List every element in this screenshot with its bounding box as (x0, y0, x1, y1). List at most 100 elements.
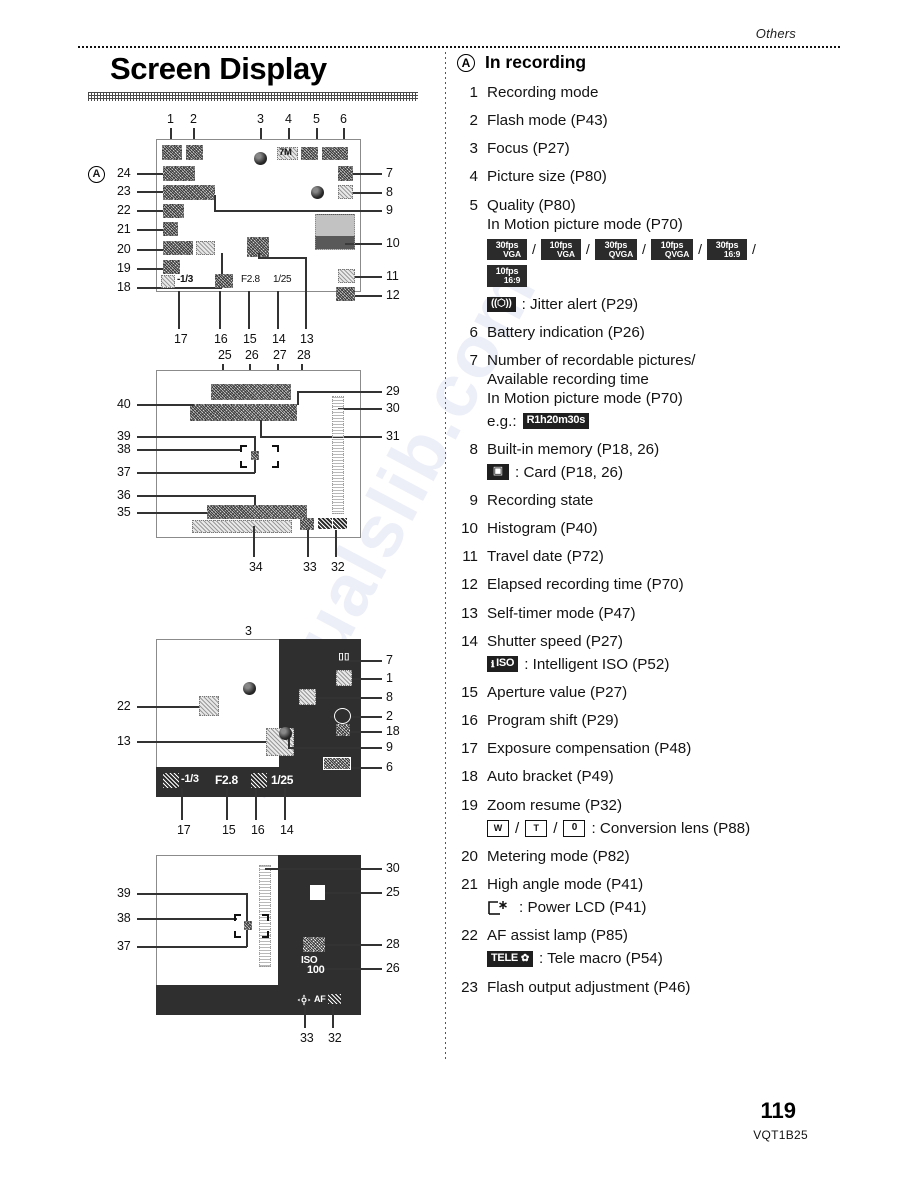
leader-line (137, 268, 164, 270)
callout-10: 10 (386, 236, 400, 250)
callout-37: 37 (117, 465, 131, 479)
callout-1: 1 (167, 112, 174, 126)
osd-picture-size-value: 7M (279, 147, 292, 158)
callout-26: 26 (245, 348, 259, 362)
osd-exposure-comp-icon (161, 275, 175, 288)
leader-line (307, 530, 309, 557)
leader-line (248, 291, 250, 329)
leader-line (260, 436, 382, 438)
osd-battery-icon (322, 147, 348, 160)
osd-auto-bracket-icon (196, 241, 215, 255)
legend-index: 3 (469, 140, 478, 158)
legend-sublabel: In Motion picture mode (P70) (487, 215, 683, 233)
leader-line (137, 946, 247, 948)
legend-index: 15 (461, 683, 478, 701)
diagram-1: A 1 2 3 4 5 6 7M 24 23 22 21 20 19 18 7 … (0, 48, 445, 346)
power-lcd-icon (487, 899, 513, 917)
intelligent-iso-icon: ℹ ISO (487, 656, 519, 673)
right-column: A In recording 1 Recording mode 2 Flash … (455, 48, 918, 1006)
legend-item-17: 17 Exposure compensation (P48) (455, 739, 918, 758)
leader-line (181, 788, 183, 820)
legend-index: 16 (461, 712, 478, 730)
legend-index: 23 (461, 978, 478, 996)
osd-zoom-bar (332, 396, 344, 514)
osd-af-bracket-tr (262, 914, 269, 921)
callout-14-d3: 14 (280, 823, 294, 837)
leader-line (277, 291, 279, 329)
leader-line (352, 173, 382, 175)
callout-6: 6 (340, 112, 347, 126)
leader-line (332, 1005, 334, 1028)
callout-4: 4 (285, 112, 292, 126)
diagram-marker-a: A (88, 166, 105, 183)
chip-separator: / (642, 240, 646, 257)
legend-index: 2 (469, 112, 478, 130)
leader-line (137, 741, 267, 743)
callout-28: 28 (297, 348, 311, 362)
leader-line (258, 257, 306, 259)
leader-line (288, 747, 382, 749)
legend-item-11: 11 Travel date (P72) (455, 547, 918, 566)
quality-chip: 10fps 16:9 (487, 265, 527, 287)
legend-item-6: 6 Battery indication (P26) (455, 323, 918, 342)
leader-line (214, 195, 216, 211)
callout-31: 31 (386, 429, 400, 443)
leader-line (348, 192, 382, 194)
callout-20: 20 (117, 242, 131, 256)
callout-17-d3: 17 (177, 823, 191, 837)
callout-11: 11 (386, 269, 399, 283)
leader-line (137, 229, 164, 231)
osd-af-center-icon (244, 921, 252, 930)
leader-line (253, 526, 255, 557)
osd-af-mode-chip (318, 518, 332, 529)
callout-22-d3: 22 (117, 699, 131, 713)
legend-label: Battery indication (P26) (487, 323, 645, 341)
leader-line (137, 918, 237, 920)
diagram-2: 25 26 27 28 40 29 30 31 39 38 37 36 35 3… (0, 348, 445, 588)
osd-white-balance-row (211, 384, 291, 400)
page-number: 119 (760, 1098, 797, 1123)
callout-26-d4: 26 (386, 961, 400, 975)
leader-line (265, 868, 382, 870)
legend-note: : Intelligent ISO (P52) (524, 655, 670, 673)
callout-38-d4: 38 (117, 911, 131, 925)
osd-flash-mode-icon (186, 145, 203, 160)
callout-30-d4: 30 (386, 861, 400, 875)
leader-line (348, 660, 382, 662)
osd-quality-icon (301, 147, 318, 160)
legend-label: Picture size (P80) (487, 168, 607, 186)
legend-index: 8 (469, 440, 478, 458)
osd-af-bracket-tl (240, 445, 247, 452)
osd-histogram (315, 214, 355, 250)
legend-index: 18 (461, 768, 478, 786)
conversion-lens-wide-icon: W (487, 819, 509, 837)
callout-15: 15 (243, 332, 257, 346)
osd-exposure-comp-value: -1/3 (177, 274, 194, 285)
legend-index: 9 (469, 491, 478, 509)
conversion-lens-off-icon: 0 (563, 819, 586, 837)
legend-index: 7 (469, 352, 478, 370)
legend-label: AF assist lamp (P85) (487, 927, 628, 945)
page-header: Others (0, 0, 918, 48)
document-code: VQT1B25 (753, 1128, 808, 1142)
osd-af-bracket-br (262, 931, 269, 938)
osd-recordable-count-icon (338, 166, 353, 181)
callout-7: 7 (386, 166, 393, 180)
legend-label: Travel date (P72) (487, 548, 604, 566)
diagram-4: 30 25 28 26 ISO 100 39 38 37 33 32 AF (0, 843, 445, 1053)
osd-af-label: AF (314, 994, 326, 1004)
leader-line (137, 472, 255, 474)
callout-36: 36 (117, 488, 131, 502)
callout-16-d3: 16 (251, 823, 265, 837)
motion-picture-quality-chips-row2: 10fps 16:9 (487, 265, 918, 287)
callout-3: 3 (257, 112, 264, 126)
legend-label: Auto bracket (P49) (487, 768, 614, 786)
legend-index: 11 (462, 548, 478, 566)
legend-label: Elapsed recording time (P70) (487, 576, 684, 594)
osd-focus-indicator (254, 152, 267, 165)
osd-af-bracket-tl (234, 914, 241, 921)
osd-joystick-icon (297, 993, 311, 1006)
jitter-alert-icon: ((⬡)) (487, 297, 516, 312)
legend-item-3: 3 Focus (P27) (455, 139, 918, 158)
osd-exposure-comp-value: -1/3 (181, 773, 199, 785)
